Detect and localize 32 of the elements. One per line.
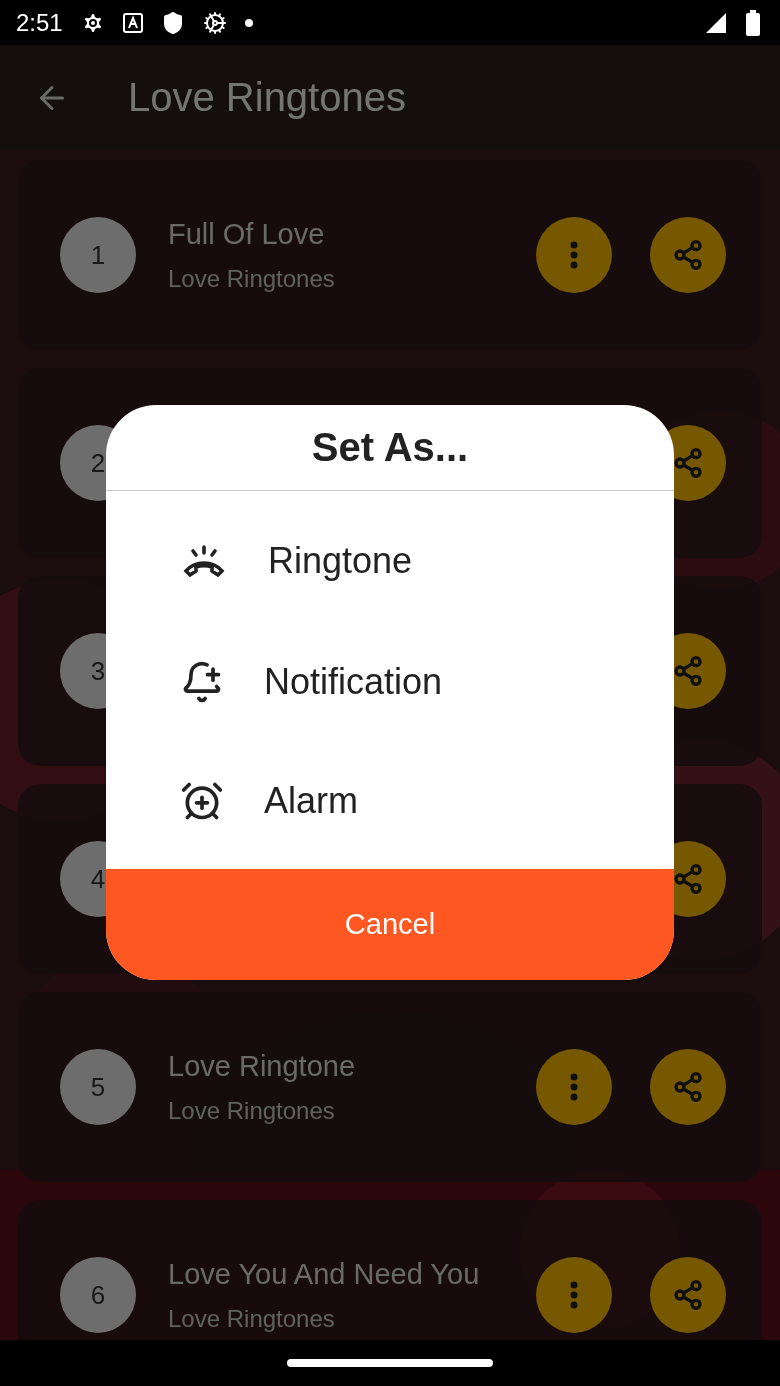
ringtone-title: Love You And Need You	[168, 1257, 481, 1291]
more-vertical-icon	[570, 1073, 578, 1101]
more-vertical-icon	[570, 1281, 578, 1309]
battery-icon	[746, 9, 760, 36]
share-icon	[672, 1071, 704, 1103]
set-as-option[interactable]: Ringtone	[106, 536, 674, 585]
ringtone-title: Full Of Love	[168, 217, 326, 251]
share-icon	[672, 239, 704, 271]
ringtone-title: Love Ringtone	[168, 1049, 357, 1083]
gears-icon	[202, 10, 227, 35]
ringtone-card[interactable]: 6 Love You And Need You Love Ringtones	[18, 1200, 762, 1340]
app-bar-title: Love Ringtones	[128, 75, 406, 120]
share-icon	[672, 863, 704, 895]
more-vertical-icon	[570, 241, 578, 269]
share-icon	[672, 655, 704, 687]
share-icon	[672, 1279, 704, 1311]
ringtone-category: Love Ringtones	[168, 264, 336, 293]
cancel-button[interactable]: Cancel	[106, 869, 674, 980]
set-as-option[interactable]: Alarm	[106, 779, 674, 824]
status-time: 2:51	[16, 8, 63, 37]
ringtone-card[interactable]: 5 Love Ringtone Love Ringtones	[18, 992, 762, 1182]
ringtone-card[interactable]: 1 Full Of Love Love Ringtones	[18, 160, 762, 350]
share-icon	[672, 447, 704, 479]
dot-icon	[244, 18, 253, 27]
track-number: 1	[60, 217, 136, 293]
track-number: 5	[60, 1049, 136, 1125]
ringtone-category: Love Ringtones	[168, 1096, 336, 1125]
home-handle[interactable]	[287, 1359, 493, 1367]
track-number: 6	[60, 1257, 136, 1333]
app-icon	[122, 12, 143, 33]
dialog-title: Set As...	[106, 405, 674, 491]
ringtone-category: Love Ringtones	[168, 1304, 336, 1333]
